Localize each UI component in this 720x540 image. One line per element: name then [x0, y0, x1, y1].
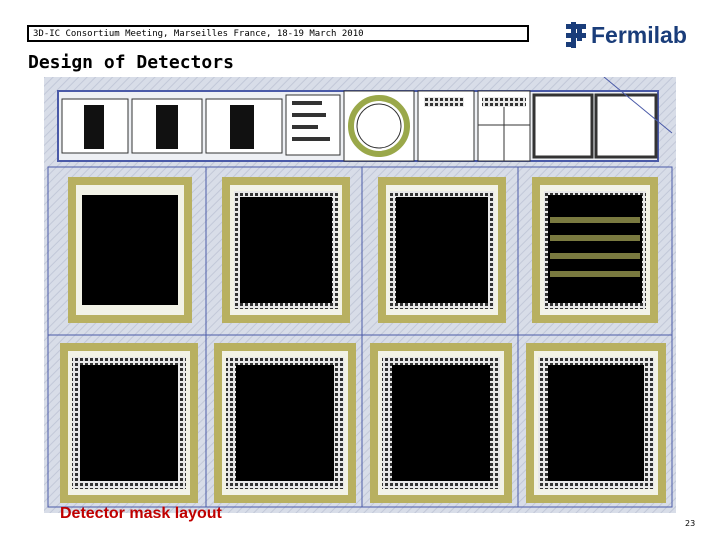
detector-mask-layout-image	[44, 77, 676, 513]
fermilab-logo: Fermilab	[563, 20, 698, 50]
figure-caption: Detector mask layout	[60, 505, 222, 522]
fermilab-logo-text: Fermilab	[591, 22, 687, 48]
slide-title: Design of Detectors	[28, 52, 234, 73]
meeting-header-text: 3D-IC Consortium Meeting, Marseilles Fra…	[33, 29, 364, 39]
meeting-header: 3D-IC Consortium Meeting, Marseilles Fra…	[27, 25, 529, 42]
test-structures-strip	[61, 90, 658, 162]
page-number: 23	[685, 519, 696, 528]
fermilab-logo-icon	[566, 22, 586, 48]
